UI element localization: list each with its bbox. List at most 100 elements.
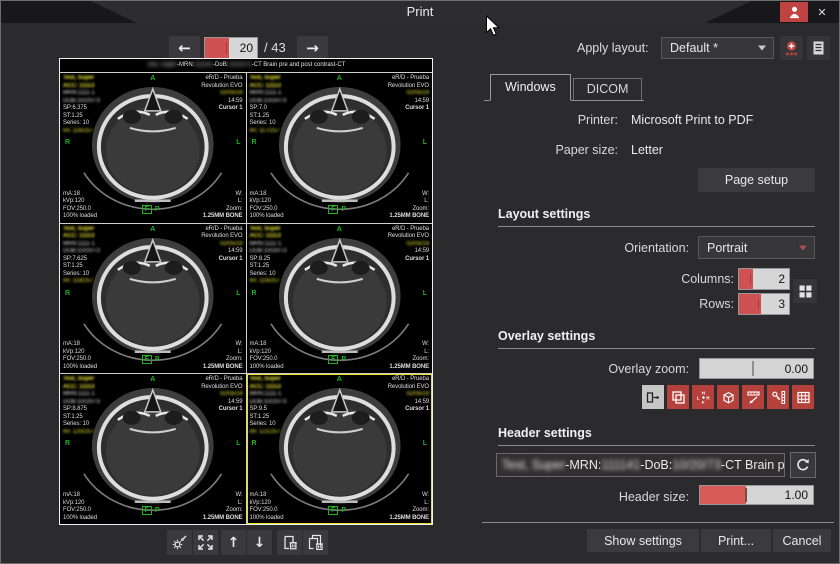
cell-zoom: Zoom:: [389, 507, 429, 515]
cell-slice-position: SP:8.875: [63, 406, 100, 414]
settings-tabstrip: Windows DICOM: [484, 74, 644, 101]
cell-kvp: kVp:120: [63, 198, 97, 206]
svg-text:L: L: [696, 395, 699, 400]
overlay-zoom-label: Overlay zoom:: [481, 362, 689, 376]
delete-page-icon: [281, 534, 298, 551]
header-size-thumb[interactable]: [745, 488, 747, 502]
cell-dob: DOB:10/20/73: [63, 248, 100, 256]
columns-value: 2: [778, 272, 785, 286]
orientation-marker-right: R: [65, 139, 70, 146]
cell-facility: eR/D - Prueba: [388, 75, 429, 83]
orientation-marker-right: R: [65, 290, 70, 297]
orientation-marker-anterior: A: [337, 226, 342, 233]
key-ruler-icon: [771, 390, 786, 405]
print-preview-page[interactable]: Test, Super-MRN:111141-DoB:10/20/73-CT B…: [59, 58, 433, 525]
orientation-marker-anterior: A: [150, 376, 155, 383]
delete-all-pages-button[interactable]: [303, 530, 328, 555]
rows-drag[interactable]: [739, 294, 761, 314]
copy-overlay-button[interactable]: [667, 385, 689, 409]
cell-patient-name: Test, Super: [63, 75, 100, 83]
chevron-down-icon: [799, 245, 807, 250]
cube-3d-button[interactable]: [717, 385, 739, 409]
cell-window: W:: [389, 341, 429, 349]
layout-list-button[interactable]: [807, 36, 830, 60]
cell-slice-thickness: ST:1.25: [63, 263, 100, 271]
dialog-title: Print: [1, 4, 839, 19]
print-button[interactable]: Print...: [701, 529, 771, 552]
cell-image-number: Im: 119/257: [250, 278, 287, 286]
cell-preset: 1.25MM BONE: [203, 213, 243, 221]
cell-fov: FOV:250.0: [250, 507, 284, 515]
refresh-icon: [795, 457, 811, 473]
orientation-marker-right: R: [252, 440, 257, 447]
close-button[interactable]: ✕: [812, 2, 832, 22]
show-settings-button[interactable]: Show settings: [587, 529, 699, 552]
user-button[interactable]: [780, 2, 808, 22]
orientation-marker-anterior: A: [150, 226, 155, 233]
orientation-marker-posterior: P: [155, 507, 160, 514]
preview-cell[interactable]: Test, Super ACC: 11113 MRN:1111-1 DOB:10…: [60, 73, 246, 223]
overlay-zoom-slider[interactable]: 0.00: [699, 358, 814, 379]
cell-mrn: MRN:1111-1: [63, 241, 100, 249]
move-down-button[interactable]: ↓: [247, 530, 272, 555]
fit-to-window-button[interactable]: [193, 530, 218, 555]
cell-window: W:: [389, 191, 429, 199]
cell-loaded: 100% loaded: [250, 364, 284, 372]
cell-fov: FOV:250.0: [63, 356, 97, 364]
orientation-letters-icon: H L R F: [696, 390, 711, 405]
apply-layout-label: Apply layout:: [577, 41, 649, 55]
header-text-input[interactable]: Test, Super-MRN:111141-DoB:10/20/73-CT B…: [496, 453, 785, 477]
person-icon: [787, 5, 802, 20]
orientation-marker-left: L: [423, 440, 427, 447]
page-spin-drag[interactable]: [205, 38, 229, 58]
cell-level: L:: [203, 349, 243, 357]
page-number-input[interactable]: 20: [204, 37, 258, 59]
auto-window-level-button[interactable]: [167, 530, 192, 555]
cell-ma: mA:18: [250, 191, 284, 199]
svg-text:H: H: [701, 390, 705, 395]
overlay-zoom-value: 0.00: [785, 362, 808, 376]
cell-fov: FOV:250.0: [250, 356, 284, 364]
tab-windows[interactable]: Windows: [490, 74, 571, 101]
next-page-button[interactable]: →: [297, 36, 328, 60]
cell-preset: 1.25MM BONE: [389, 213, 429, 221]
reset-header-button[interactable]: [790, 452, 816, 478]
cell-slice-position: SP:9.5: [250, 406, 287, 414]
table-grid-button[interactable]: [792, 385, 814, 409]
orientation-marker-feet: F: [142, 355, 152, 364]
cell-loaded: 100% loaded: [63, 213, 97, 221]
preview-cell[interactable]: Test, Super ACC: 11113 MRN:1111-1 DOB:10…: [247, 374, 433, 524]
cell-mrn: MRN:1111-1: [250, 391, 287, 399]
orientation-dropdown[interactable]: Portrait: [698, 236, 815, 259]
preview-cell[interactable]: Test, Super ACC: 11113 MRN:1111-1 DOB:10…: [60, 374, 246, 524]
header-size-slider[interactable]: 1.00: [699, 485, 814, 505]
apply-layout-dropdown[interactable]: Default *: [661, 37, 774, 59]
svg-text:F: F: [701, 400, 704, 405]
orientation-marker-right: R: [252, 139, 257, 146]
move-up-button[interactable]: ↑: [221, 530, 246, 555]
orientation-letters-button[interactable]: H L R F: [692, 385, 714, 409]
cell-facility: eR/D - Prueba: [388, 226, 429, 234]
preview-cell[interactable]: Test, Super ACC: 11113 MRN:1111-1 DOB:10…: [247, 224, 433, 374]
layout-grid-button[interactable]: [793, 279, 817, 303]
cancel-button[interactable]: Cancel: [773, 529, 831, 552]
columns-drag[interactable]: [739, 269, 753, 289]
key-ruler-button[interactable]: [767, 385, 789, 409]
preview-cell[interactable]: Test, Super ACC: 11113 MRN:1111-1 DOB:10…: [60, 224, 246, 374]
prev-page-button[interactable]: ←: [169, 36, 200, 60]
fit-overlay-button[interactable]: [642, 385, 664, 409]
add-layout-button[interactable]: [780, 36, 803, 60]
page-setup-button[interactable]: Page setup: [698, 168, 815, 192]
overlay-zoom-thumb[interactable]: [752, 361, 754, 376]
rows-input[interactable]: 3: [738, 293, 790, 315]
preview-cell[interactable]: Test, Super ACC: 11113 MRN:1111-1 DOB:10…: [247, 73, 433, 223]
corner-ruler-button[interactable]: [742, 385, 764, 409]
columns-input[interactable]: 2: [738, 268, 790, 290]
cell-image-number: Im: 116/257: [63, 128, 100, 136]
cell-slice-position: SP:8.25: [250, 256, 287, 264]
delete-page-button[interactable]: [277, 530, 302, 555]
cell-accession: ACC: 11113: [63, 83, 100, 91]
cell-zoom: Zoom:: [389, 356, 429, 364]
header-size-fill: [700, 486, 746, 504]
tab-dicom[interactable]: DICOM: [573, 78, 643, 100]
